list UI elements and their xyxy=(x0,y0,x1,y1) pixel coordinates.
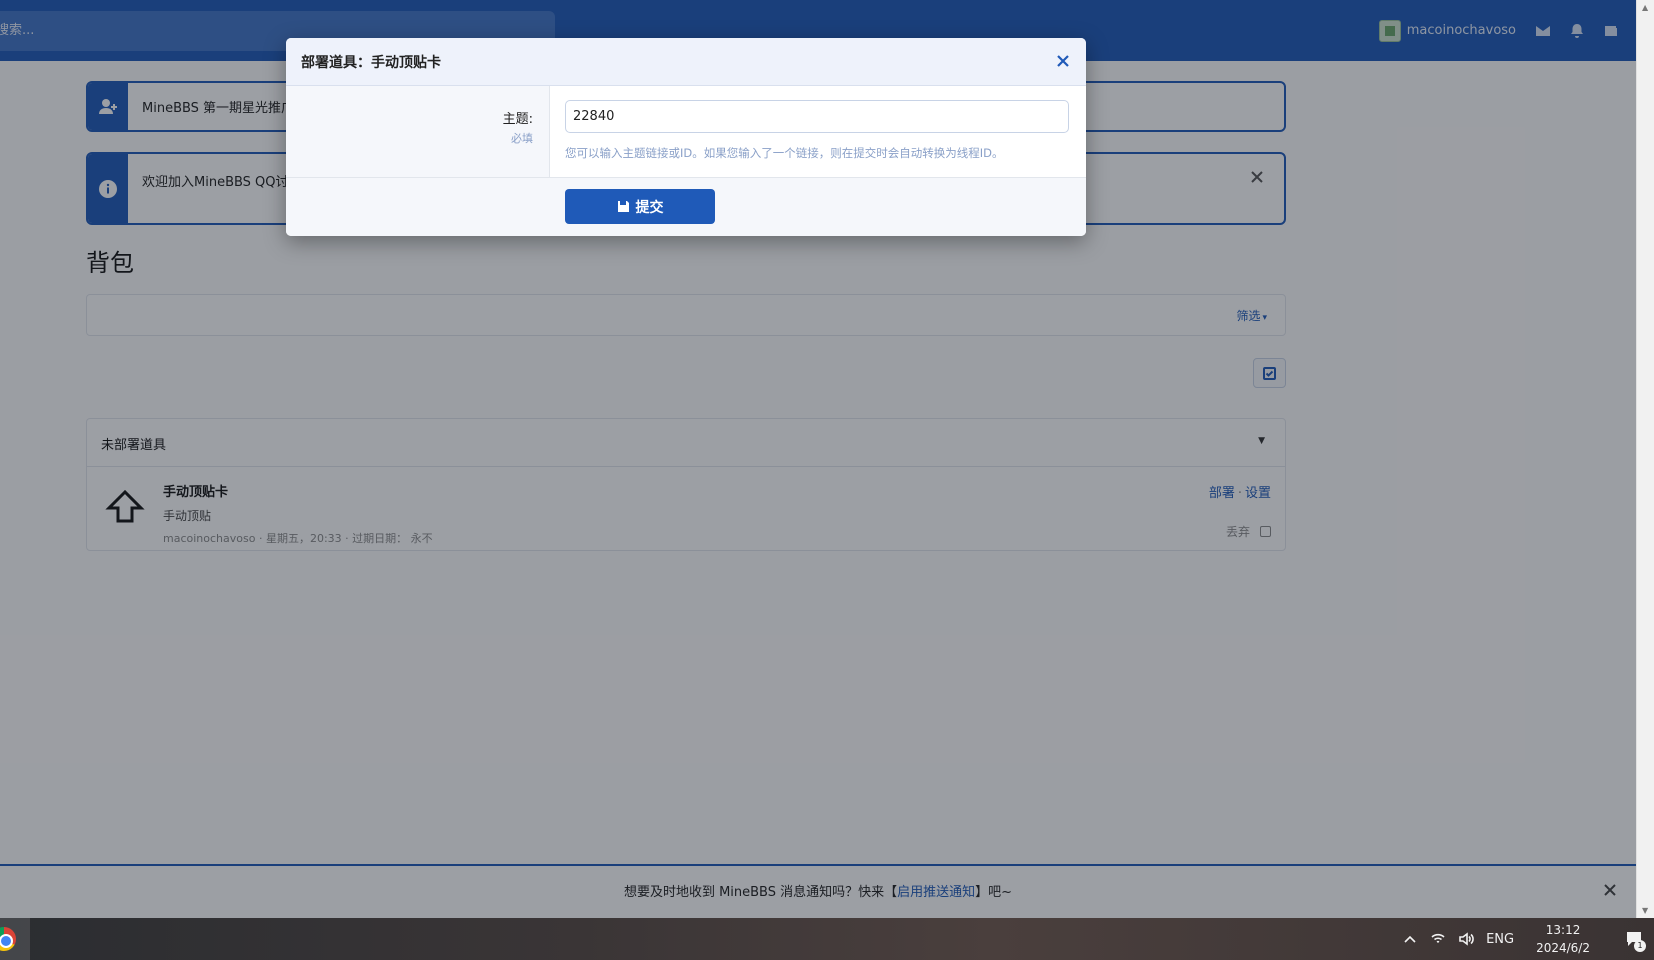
speaker-icon[interactable] xyxy=(1458,931,1474,947)
required-hint: 必填 xyxy=(511,132,533,145)
page-scrollbar[interactable]: ▲ ▼ xyxy=(1636,0,1654,918)
scroll-down-icon[interactable]: ▼ xyxy=(1642,906,1648,915)
thread-field-body: 您可以输入主题链接或ID。如果您输入了一个链接，则在提交时会自动转换为线程ID。 xyxy=(550,86,1086,177)
deploy-item-dialog: 部署道具：手动顶贴卡 主题: 必填 您可以输入主题链接或ID。如果您输入了一个链… xyxy=(286,38,1086,236)
input-language[interactable]: ENG xyxy=(1486,932,1514,947)
thread-label-text: 主题: xyxy=(502,112,533,127)
os-taskbar: ENG 13:12 2024/6/2 1 xyxy=(0,918,1654,960)
wifi-icon[interactable] xyxy=(1430,931,1446,947)
clock-time: 13:12 xyxy=(1545,923,1581,937)
save-icon xyxy=(617,201,629,212)
notification-center-icon[interactable]: 1 xyxy=(1614,918,1654,960)
dialog-close-button[interactable] xyxy=(1056,54,1070,68)
system-tray: ENG 13:12 2024/6/2 1 xyxy=(1402,918,1654,960)
submit-button[interactable]: 提交 xyxy=(565,189,715,224)
thread-field-label: 主题: 必填 xyxy=(286,86,550,177)
submit-label: 提交 xyxy=(635,199,664,216)
thread-id-input[interactable] xyxy=(565,100,1069,133)
thread-field-row: 主题: 必填 您可以输入主题链接或ID。如果您输入了一个链接，则在提交时会自动转… xyxy=(286,86,1086,178)
clock-date: 2024/6/2 xyxy=(1536,941,1590,955)
taskbar-clock[interactable]: 13:12 2024/6/2 xyxy=(1536,921,1590,957)
dialog-header: 部署道具：手动顶贴卡 xyxy=(286,38,1086,86)
dialog-title: 部署道具：手动顶贴卡 xyxy=(301,55,441,71)
scroll-up-icon[interactable]: ▲ xyxy=(1642,3,1648,12)
notification-badge: 1 xyxy=(1634,940,1646,952)
dialog-footer: 提交 xyxy=(286,178,1086,236)
chevron-up-icon[interactable] xyxy=(1402,931,1418,947)
thread-field-hint: 您可以输入主题链接或ID。如果您输入了一个链接，则在提交时会自动转换为线程ID。 xyxy=(565,146,1004,160)
